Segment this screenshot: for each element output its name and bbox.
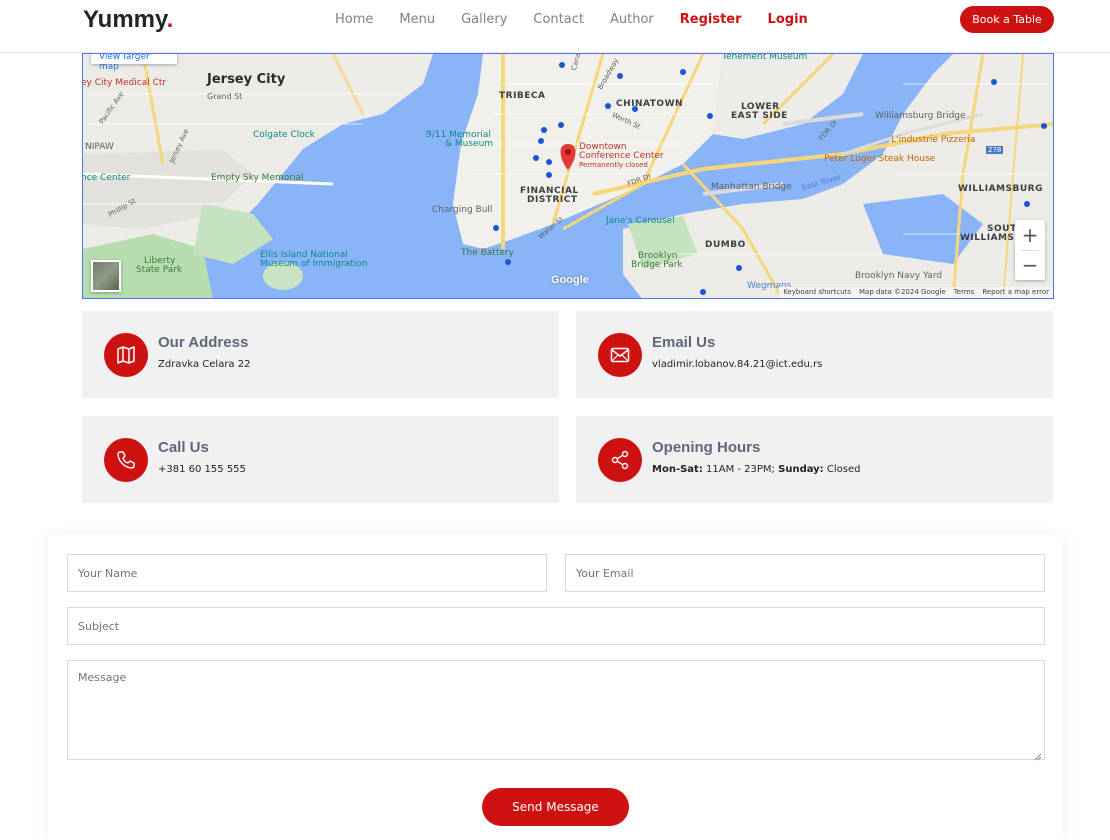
resize-grip-icon[interactable] (1034, 753, 1042, 761)
hours-title: Opening Hours (652, 439, 761, 456)
main-nav: Home Menu Gallery Contact Author Registe… (335, 12, 834, 27)
map-label-williamsburg-bridge: Williamsburg Bridge (875, 111, 966, 121)
envelope-icon (598, 333, 642, 377)
map-label-ellis-2: Museum of Immigration (260, 259, 368, 269)
address-title: Our Address (158, 334, 249, 351)
report-error-link[interactable]: Report a map error (982, 288, 1049, 297)
send-message-button[interactable]: Send Message (482, 788, 629, 826)
map-label-financial-2: DISTRICT (527, 195, 578, 205)
call-card: Call Us +381 60 155 555 (82, 416, 559, 503)
map-label-colgate-clock: Colgate Clock (253, 130, 315, 140)
email-text: vladimir.lobanov.84.21@ict.edu.rs (652, 359, 823, 370)
view-larger-map-link[interactable]: View larger map (91, 54, 177, 72)
map-label-peter-luger: Peter Luger Steak House (824, 154, 936, 164)
subject-input[interactable] (67, 607, 1045, 645)
zoom-divider (1021, 250, 1039, 251)
map-label-dumbo: DUMBO (705, 240, 746, 250)
email-title: Email Us (652, 334, 716, 351)
address-card: Our Address Zdravka Celara 22 (82, 311, 559, 398)
terms-link[interactable]: Terms (954, 288, 975, 297)
map-label-nce-center: nce Center (82, 173, 131, 183)
map-label-brooklyn-navy-yard: Brooklyn Navy Yard (855, 271, 943, 281)
map-label-liberty-2: State Park (136, 265, 183, 275)
map-label-tenement: Tenement Museum (722, 53, 808, 62)
book-table-button[interactable]: Book a Table (960, 6, 1054, 33)
hours-sunday-label: Sunday: (778, 464, 824, 475)
map-label-manhattan-bridge: Manhattan Bridge (711, 182, 792, 192)
nav-menu[interactable]: Menu (399, 12, 435, 27)
map-label-medical-center: ey City Medical Ctr (82, 78, 167, 88)
hours-card: Opening Hours Mon-Sat: 11AM - 23PM; Sund… (576, 416, 1053, 503)
zoom-out-button[interactable]: − (1015, 250, 1045, 280)
logo[interactable]: Yummy. (83, 6, 173, 34)
map-label-chinatown: CHINATOWN (616, 99, 684, 109)
map-label-route-278: 278 (986, 146, 1004, 154)
map-label-lindustrie: L'industrie Pizzeria (891, 135, 976, 145)
zoom-control: + − (1015, 220, 1045, 280)
email-card: Email Us vladimir.lobanov.84.21@ict.edu.… (576, 311, 1053, 398)
logo-text: Yummy (83, 6, 167, 33)
map-label-janes-carousel: Jane's Carousel (606, 216, 675, 226)
map-label-grand-st: Grand St (207, 92, 243, 101)
share-icon (598, 438, 642, 482)
contact-form: Send Message (48, 535, 1063, 840)
map-label-williamsburg: WILLIAMSBURG (958, 184, 1043, 194)
nav-gallery[interactable]: Gallery (461, 12, 507, 27)
hours-text: Mon-Sat: 11AM - 23PM; Sunday: Closed (652, 464, 860, 475)
map-label-south-w-2: WILLIAMSB (960, 233, 1022, 243)
phone-icon (104, 438, 148, 482)
map-label-the-battery: The Battery (461, 248, 514, 258)
nav-author[interactable]: Author (610, 12, 654, 27)
hours-weekdays-value: 11AM - 23PM; (706, 464, 775, 475)
nav-home[interactable]: Home (335, 12, 373, 27)
nav-login[interactable]: Login (768, 12, 808, 27)
zoom-in-button[interactable]: + (1015, 220, 1045, 250)
map-icon (104, 333, 148, 377)
satellite-toggle[interactable] (91, 260, 121, 292)
hours-sunday-value: Closed (826, 464, 861, 475)
google-logo: Google (551, 274, 589, 286)
google-map[interactable]: View larger map Jersey City ey City Medi… (82, 53, 1054, 299)
map-label-empty-sky: Empty Sky Memorial (211, 173, 304, 183)
map-data-text: Map data ©2024 Google (858, 288, 946, 296)
map-label-charging-bull: Charging Bull (432, 205, 493, 215)
map-label-lower-east-2: EAST SIDE (731, 111, 788, 121)
hours-weekdays-label: Mon-Sat: (652, 464, 703, 475)
nav-contact[interactable]: Contact (533, 12, 584, 27)
map-label-jersey-city: Jersey City (207, 72, 286, 87)
name-input[interactable] (67, 554, 547, 592)
email-input[interactable] (565, 554, 1045, 592)
keyboard-shortcuts-link[interactable]: Keyboard shortcuts (783, 288, 851, 297)
nav-register[interactable]: Register (680, 12, 742, 27)
map-attribution: Keyboard shortcuts Map data ©2024 Google… (779, 287, 1053, 298)
message-textarea[interactable] (67, 660, 1045, 760)
call-title: Call Us (158, 439, 209, 456)
map-label-downtown-3: Permanently closed (579, 161, 648, 169)
logo-dot: . (166, 6, 174, 33)
address-text: Zdravka Celara 22 (158, 359, 251, 370)
site-header: Yummy. Home Menu Gallery Contact Author … (0, 0, 1110, 53)
map-label-memorial-2: & Museum (445, 139, 494, 149)
map-label-tribeca: TRIBECA (499, 91, 546, 101)
map-label-bbp-2: Bridge Park (631, 260, 683, 270)
map-label-nipaw: NIPAW (85, 142, 114, 152)
call-text: +381 60 155 555 (158, 464, 246, 475)
map-label-downtown-2: Conference Center (579, 151, 664, 161)
